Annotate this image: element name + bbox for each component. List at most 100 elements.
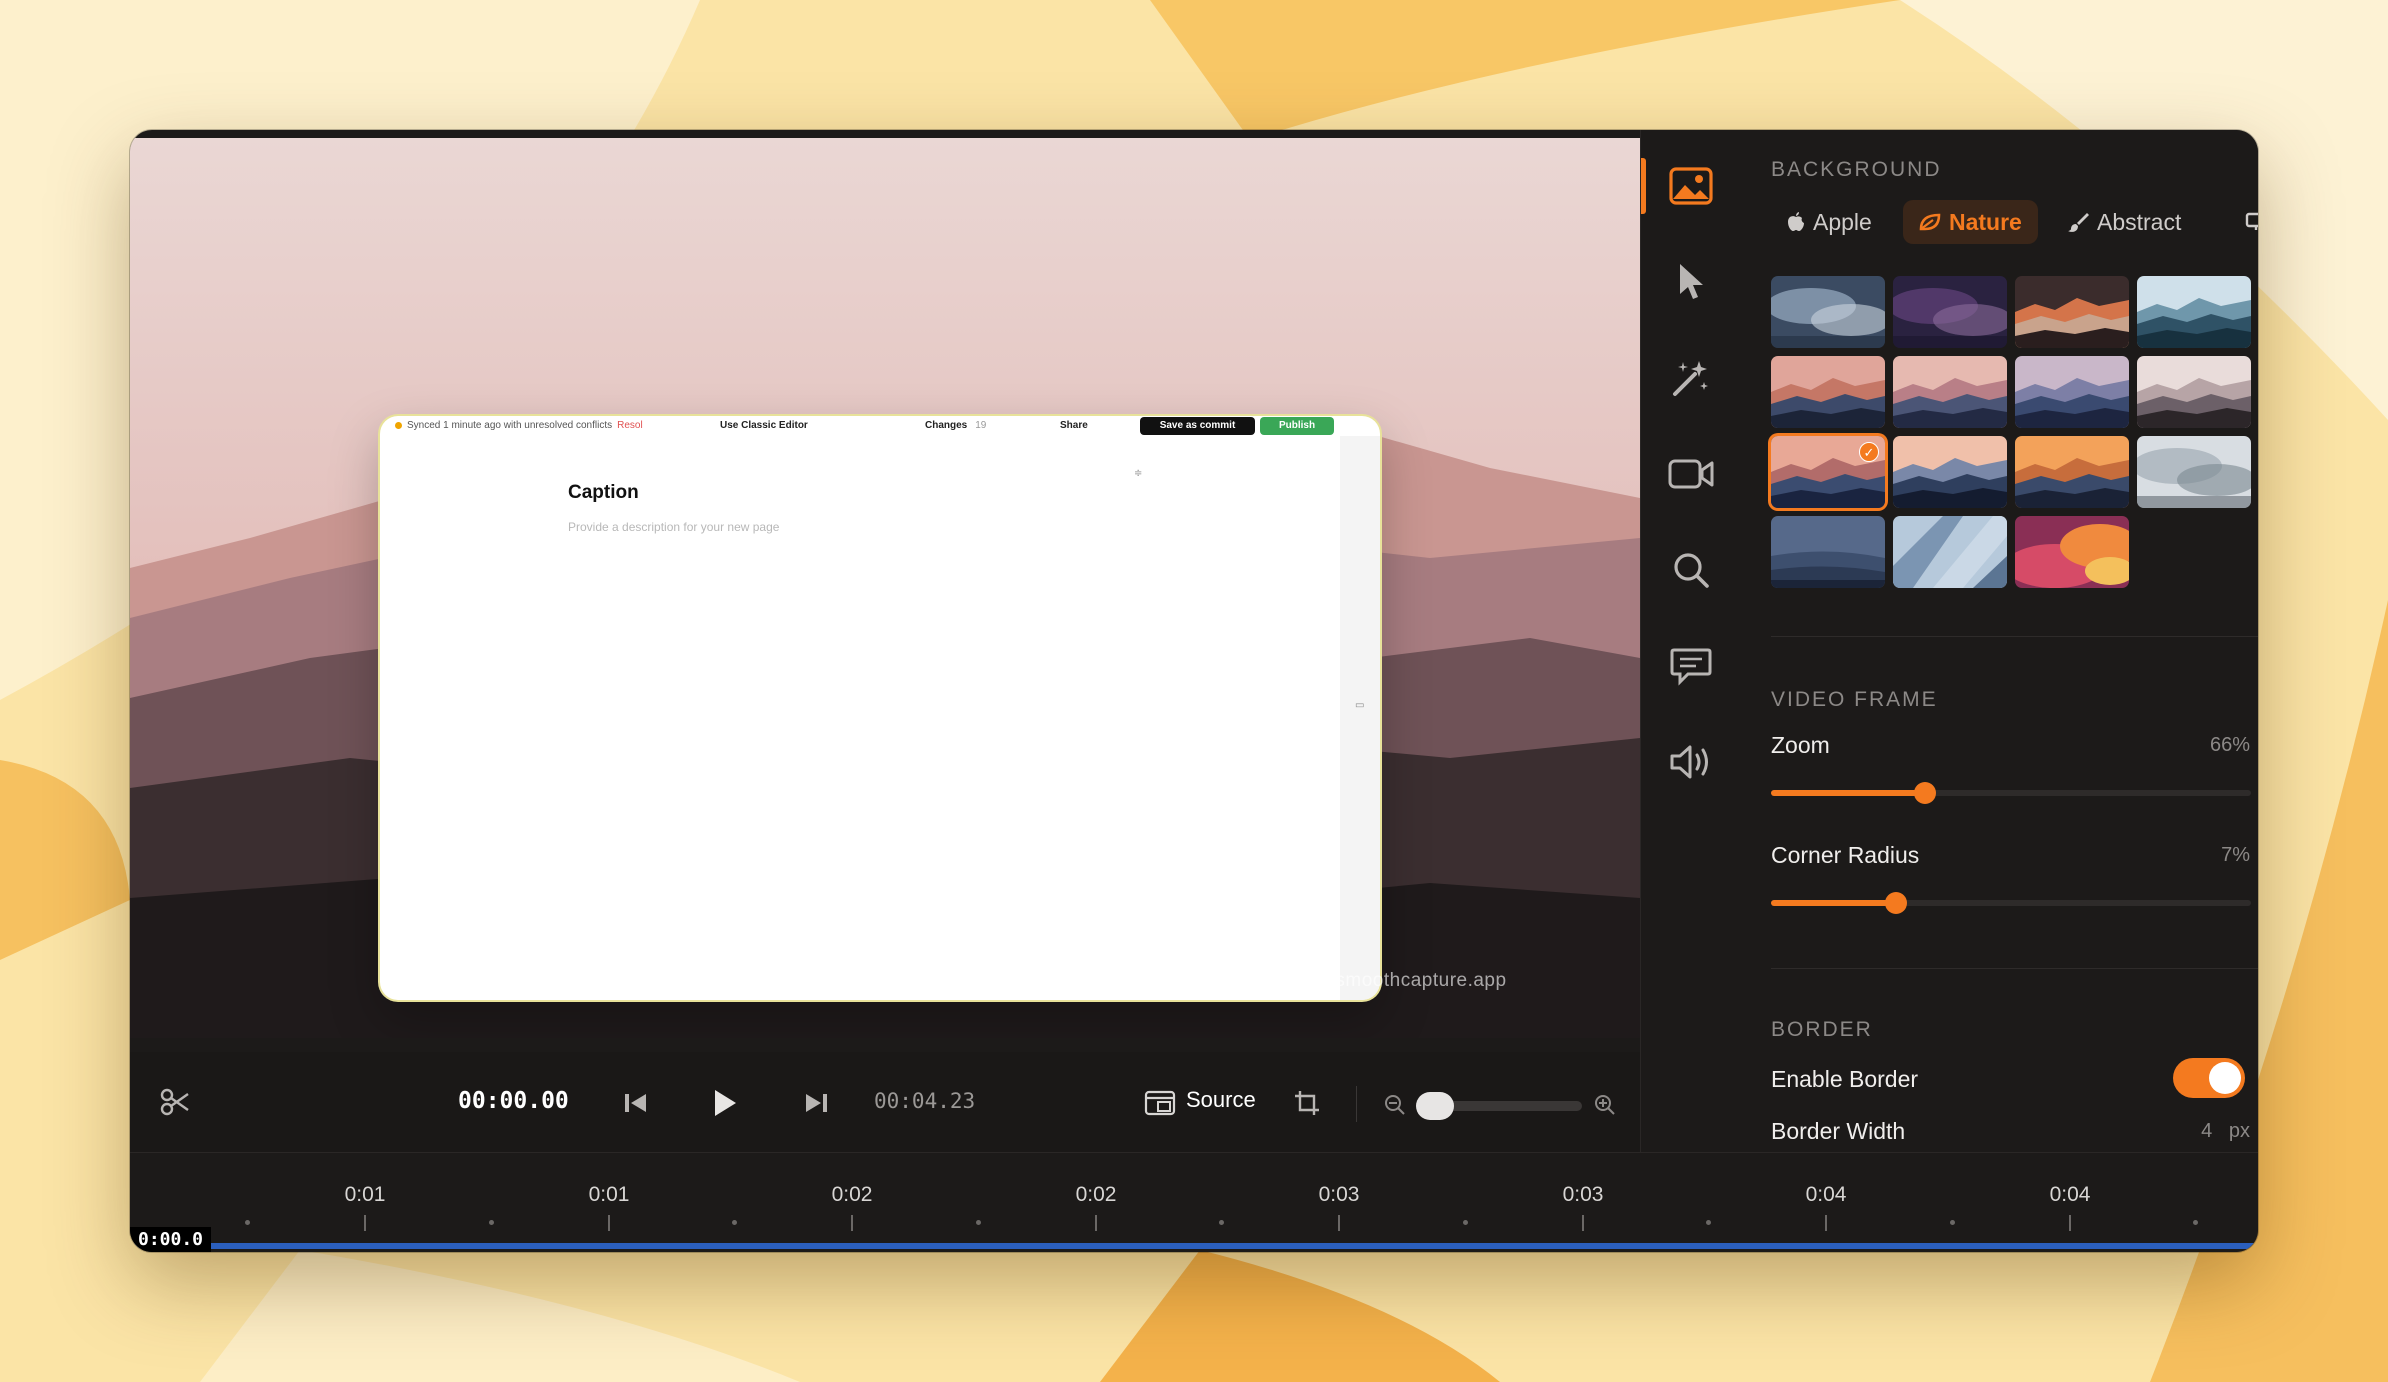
background-thumbnail[interactable]	[2137, 356, 2251, 428]
zoom-value: 66%	[2209, 734, 2250, 756]
warning-dot-icon	[395, 422, 402, 429]
timeline-tick	[1338, 1215, 1340, 1231]
background-thumbnail[interactable]	[1893, 276, 2007, 348]
source-icon[interactable]	[1144, 1090, 1176, 1116]
audio-icon	[1670, 745, 1708, 779]
video-camera-icon	[1668, 459, 1714, 489]
timeline-label: 0:04	[2049, 1183, 2091, 1206]
brush-icon	[2068, 213, 2089, 232]
cursor-icon	[1680, 264, 1703, 299]
captured-page-description: Provide a description for your new page	[568, 520, 780, 534]
tab-nature[interactable]: Nature	[1903, 200, 2038, 244]
share-label: Share	[1060, 420, 1088, 431]
timeline-label: 0:04	[1805, 1183, 1847, 1206]
rail-item-zoom[interactable]	[1641, 540, 1741, 600]
timeline-subtick	[1950, 1220, 1955, 1225]
background-thumbnail[interactable]	[2137, 276, 2251, 348]
rail-item-cursor[interactable]	[1641, 252, 1741, 312]
changes-label: Changes 19	[925, 420, 987, 431]
skip-back-icon[interactable]	[624, 1092, 648, 1114]
timeline-subtick	[976, 1220, 981, 1225]
toggle-knob	[2209, 1062, 2241, 1094]
border-width-value[interactable]: 4 px	[2201, 1120, 2250, 1143]
caption-icon	[1670, 648, 1712, 686]
source-button[interactable]: Source	[1186, 1087, 1256, 1113]
background-thumbnail[interactable]	[2015, 356, 2129, 428]
background-thumbnail[interactable]	[2137, 436, 2251, 508]
tab-abstract[interactable]: Abstract	[2051, 200, 2197, 244]
image-icon	[1669, 167, 1713, 205]
total-time: 00:04.23	[874, 1089, 976, 1113]
skip-forward-icon[interactable]	[804, 1092, 828, 1114]
tab-apple-label: Apple	[1813, 208, 1872, 235]
background-thumbnail[interactable]	[2015, 516, 2129, 588]
rail-item-camera[interactable]	[1641, 444, 1741, 504]
background-heading: BACKGROUND	[1771, 158, 1942, 181]
publish-label: Publish	[1260, 417, 1334, 435]
tab-abstract-label: Abstract	[2097, 208, 2182, 235]
corner-radius-value: 7%	[2221, 844, 2250, 866]
sync-text: Synced 1 minute ago with unresolved conf…	[407, 420, 613, 431]
playback-bar: 00:00.00 00:04.23 Source	[130, 1052, 1640, 1152]
timeline-zoom-knob[interactable]	[1416, 1092, 1454, 1120]
zoom-icon	[1674, 553, 1709, 588]
background-thumbnail[interactable]	[1893, 436, 2007, 508]
enable-border-label: Enable Border	[1771, 1066, 1919, 1092]
timeline-tick	[608, 1215, 610, 1231]
captured-page-title: Caption	[568, 482, 639, 503]
timeline-label: 0:02	[1075, 1183, 1117, 1206]
zoom-slider[interactable]	[1771, 782, 2251, 804]
crop-icon[interactable]	[1294, 1090, 1320, 1116]
rail-item-background[interactable]	[1641, 156, 1741, 216]
zoom-out-icon[interactable]	[1384, 1094, 1406, 1116]
enable-border-toggle[interactable]	[2173, 1058, 2245, 1098]
rail-item-audio[interactable]	[1641, 732, 1741, 792]
panel-mini-icon: ▭	[1355, 700, 1365, 711]
background-thumbnail[interactable]	[1893, 356, 2007, 428]
timeline-label: 0:03	[1318, 1183, 1360, 1206]
timeline-label: 0:01	[344, 1183, 386, 1206]
timeline-subtick	[1219, 1220, 1224, 1225]
section-divider	[1771, 636, 2258, 637]
background-thumbnail[interactable]	[2015, 276, 2129, 348]
background-thumbnail[interactable]: ✓	[1771, 436, 1885, 508]
tab-apple[interactable]: Apple	[1771, 200, 1888, 244]
play-icon[interactable]	[712, 1088, 738, 1118]
app-window: Synced 1 minute ago with unresolved conf…	[130, 130, 2258, 1252]
corner-radius-slider[interactable]	[1771, 892, 2251, 914]
timeline-tick	[364, 1215, 366, 1231]
background-thumbnail[interactable]	[1771, 276, 1885, 348]
monitor-icon[interactable]	[2245, 212, 2258, 232]
background-tabs: Apple Nature Abstract	[1771, 200, 2258, 244]
zoom-in-icon[interactable]	[1594, 1094, 1616, 1116]
captured-app-toolbar: Synced 1 minute ago with unresolved conf…	[380, 416, 1380, 436]
playhead-time[interactable]: 0:00.0	[130, 1227, 212, 1252]
video-preview[interactable]: Synced 1 minute ago with unresolved conf…	[130, 138, 1640, 1038]
timeline-subtick	[245, 1220, 250, 1225]
timeline-tick	[1095, 1215, 1097, 1231]
classic-editor-label: Use Classic Editor	[720, 420, 808, 431]
timeline-label: 0:02	[831, 1183, 873, 1206]
background-thumbnail[interactable]	[1771, 356, 1885, 428]
zoom-label: Zoom	[1771, 732, 1830, 758]
border-heading: BORDER	[1771, 1018, 1873, 1041]
timeline-tick	[2069, 1215, 2071, 1231]
background-thumbnail[interactable]	[1893, 516, 2007, 588]
apple-icon	[1788, 212, 1804, 231]
timeline-progress[interactable]	[130, 1243, 2258, 1249]
scissors-icon[interactable]	[160, 1088, 190, 1116]
rail-item-captions[interactable]	[1641, 636, 1741, 696]
rail-item-effects[interactable]	[1641, 348, 1741, 408]
background-thumbnail[interactable]	[2015, 436, 2129, 508]
resolve-text: Resol	[617, 420, 643, 431]
corner-slider-knob[interactable]	[1885, 892, 1907, 914]
screen-capture-frame[interactable]: Synced 1 minute ago with unresolved conf…	[380, 416, 1380, 1000]
timeline-label: 0:01	[588, 1183, 630, 1206]
timeline-label: 0:03	[1562, 1183, 1604, 1206]
zoom-slider-fill	[1771, 790, 1925, 796]
save-commit-label: Save as commit	[1140, 417, 1255, 435]
zoom-slider-knob[interactable]	[1914, 782, 1936, 804]
timeline[interactable]: 0:01 0:01 0:02 0:02 0:03 0:03 0:04 0:04 0:00.0	[130, 1152, 2258, 1252]
background-thumbnail[interactable]	[1771, 516, 1885, 588]
sync-status: Synced 1 minute ago with unresolved conf…	[395, 420, 643, 431]
